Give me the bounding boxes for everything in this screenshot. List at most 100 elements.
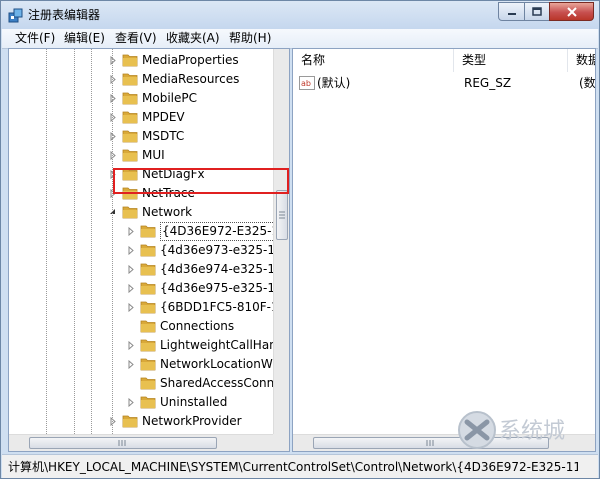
column-header-name[interactable]: 名称 <box>293 49 454 72</box>
registry-editor-window: 注册表编辑器 文件(F) 编辑(E) 查看(V) 收藏夹(A) 帮助(H) Me… <box>0 0 600 479</box>
folder-icon <box>122 111 138 124</box>
column-header-type[interactable]: 类型 <box>454 49 568 72</box>
collapsed-arrow-icon[interactable] <box>127 284 135 293</box>
tree-item-label: {4d36e974-e325-11c <box>160 262 290 276</box>
maximize-button[interactable] <box>524 2 550 21</box>
tree-item-label: {4d36e973-e325-11c <box>160 243 290 257</box>
tree-item[interactable]: MobilePC <box>9 89 289 108</box>
folder-icon <box>122 130 138 143</box>
close-button[interactable] <box>549 2 594 21</box>
collapsed-arrow-icon[interactable] <box>127 398 135 407</box>
menu-file[interactable]: 文件(F) <box>15 31 55 46</box>
collapsed-arrow-icon[interactable] <box>109 75 117 84</box>
column-header-data[interactable]: 数据 <box>568 49 595 72</box>
tree-vertical-scroll-thumb[interactable] <box>276 190 288 240</box>
value-data: (数 <box>579 76 596 90</box>
tree-item-label: Connections <box>160 319 235 333</box>
collapsed-arrow-icon[interactable] <box>109 151 117 160</box>
watermark-text: 系统城 <box>499 419 565 444</box>
expanded-arrow-icon[interactable] <box>109 208 117 217</box>
tree-item[interactable]: SharedAccessConne <box>9 374 289 393</box>
folder-icon <box>122 415 138 428</box>
tree-guide-line <box>91 49 92 434</box>
folder-icon <box>140 358 156 371</box>
maximize-icon <box>532 7 542 16</box>
tree-item-label: MUI <box>142 148 165 162</box>
folder-icon <box>122 92 138 105</box>
folder-icon <box>122 206 138 219</box>
menu-edit[interactable]: 编辑(E) <box>64 31 105 46</box>
tree-guide-line <box>74 49 75 434</box>
tree-item[interactable]: Connections <box>9 317 289 336</box>
tree-item[interactable]: {6BDD1FC5-810F-11I <box>9 298 289 317</box>
tree-guide-line <box>112 49 113 434</box>
tree-item[interactable]: LightweightCallHand <box>9 336 289 355</box>
tree-item[interactable]: Network <box>9 203 289 222</box>
tree-item-label: {6BDD1FC5-810F-11I <box>160 300 290 314</box>
tree-item-label: MediaResources <box>142 72 240 86</box>
tree-item[interactable]: {4d36e974-e325-11c <box>9 260 289 279</box>
tree-item[interactable]: NetworkProvider <box>9 412 289 431</box>
folder-icon <box>140 301 156 314</box>
grip-icon <box>279 211 285 219</box>
menu-help[interactable]: 帮助(H) <box>229 31 271 46</box>
minimize-icon <box>507 12 516 15</box>
collapsed-arrow-icon[interactable] <box>127 360 135 369</box>
title-bar: 注册表编辑器 <box>1 1 599 29</box>
tree-item[interactable]: MediaProperties <box>9 51 289 70</box>
key-tree-pane[interactable]: MediaProperties MediaResources MobilePC MPD… <box>8 48 290 452</box>
tree-item[interactable]: {4d36e973-e325-11c <box>9 241 289 260</box>
tree-guide-line <box>46 49 47 434</box>
menu-view[interactable]: 查看(V) <box>115 31 157 46</box>
collapsed-arrow-icon[interactable] <box>109 56 117 65</box>
folder-icon <box>140 244 156 257</box>
collapsed-arrow-icon[interactable] <box>127 246 135 255</box>
tree-horizontal-scrollbar[interactable] <box>9 434 273 451</box>
tree-item-label: MediaProperties <box>142 53 239 67</box>
status-key-path: 计算机\HKEY_LOCAL_MACHINE\SYSTEM\CurrentCon… <box>8 460 578 474</box>
collapsed-arrow-icon[interactable] <box>127 303 135 312</box>
minimize-button[interactable] <box>498 2 525 21</box>
collapsed-arrow-icon[interactable] <box>109 132 117 141</box>
watermark-logo: 系统城 <box>458 411 565 449</box>
tree-item-label: {4D36E972-E325-11C <box>160 222 289 241</box>
close-icon <box>566 6 577 17</box>
collapsed-arrow-icon[interactable] <box>109 94 117 103</box>
tree-item-label: LightweightCallHand <box>160 338 285 352</box>
tree-item-label: NetworkLocationWiz <box>160 357 283 371</box>
menu-bar: 文件(F) 编辑(E) 查看(V) 收藏夹(A) 帮助(H) <box>2 29 598 49</box>
string-value-icon: ab <box>299 76 315 90</box>
tree-item[interactable]: MediaResources <box>9 70 289 89</box>
svg-text:ab: ab <box>301 79 311 88</box>
tree-item[interactable]: {4D36E972-E325-11C <box>9 222 289 241</box>
tree-item-label: Network <box>142 205 193 219</box>
tree-item-label: MPDEV <box>142 110 185 124</box>
tree-vertical-scrollbar[interactable] <box>273 49 289 434</box>
tree-item[interactable]: MUI <box>9 146 289 165</box>
value-name: (默认) <box>317 76 351 90</box>
folder-icon <box>122 54 138 67</box>
tree-item[interactable]: Uninstalled <box>9 393 289 412</box>
status-bar: 计算机\HKEY_LOCAL_MACHINE\SYSTEM\CurrentCon… <box>2 454 598 478</box>
values-pane[interactable]: 名称 类型 数据 ab (默认) REG_SZ (数 系统城 <box>292 48 596 452</box>
tree-item[interactable]: {4d36e975-e325-11c <box>9 279 289 298</box>
collapsed-arrow-icon[interactable] <box>127 227 135 236</box>
tree-item[interactable]: MSDTC <box>9 127 289 146</box>
collapsed-arrow-icon[interactable] <box>109 113 117 122</box>
tree-horizontal-scroll-thumb[interactable] <box>29 437 217 449</box>
tree-item[interactable]: NetworkLocationWiz <box>9 355 289 374</box>
folder-icon <box>140 320 156 333</box>
tree-item[interactable]: MPDEV <box>9 108 289 127</box>
tree-item-label: {4d36e975-e325-11c <box>160 281 290 295</box>
folder-icon <box>140 339 156 352</box>
window-title: 注册表编辑器 <box>28 8 101 22</box>
tree-item-label: SharedAccessConne <box>160 376 282 390</box>
collapsed-arrow-icon[interactable] <box>127 265 135 274</box>
menu-favorites[interactable]: 收藏夹(A) <box>166 31 220 46</box>
collapsed-arrow-icon[interactable] <box>127 341 135 350</box>
value-type: REG_SZ <box>464 76 512 90</box>
grip-icon <box>118 440 126 446</box>
folder-icon <box>140 282 156 295</box>
tree-item-label: NetworkProvider <box>142 414 242 428</box>
collapsed-arrow-icon[interactable] <box>109 417 117 426</box>
